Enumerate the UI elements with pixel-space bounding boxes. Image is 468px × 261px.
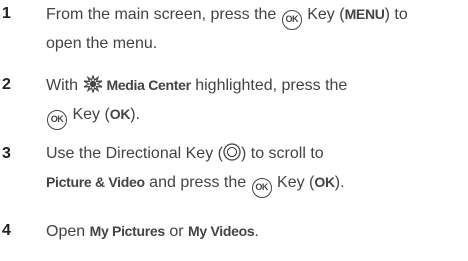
media-center-icon	[82, 74, 104, 94]
step-number: 4	[2, 222, 11, 239]
step-text: With Media Center highlighted, press the…	[46, 71, 466, 130]
ok-key-icon: OK	[281, 10, 302, 30]
ok-key-icon: OK	[251, 178, 272, 198]
step-text: Use the Directional Key ( ) to scroll to…	[46, 140, 466, 198]
step-number: 1	[2, 5, 11, 22]
my-videos-label: My Videos	[188, 223, 255, 239]
step-text: From the main screen, press the OK Key (…	[46, 6, 408, 52]
key-label-ok: OK	[109, 106, 131, 122]
directional-key-icon	[223, 143, 241, 161]
key-label-menu: MENU	[344, 6, 385, 22]
picture-video-label: Picture & Video	[46, 174, 145, 190]
step-number: 2	[2, 76, 11, 93]
media-center-label: Media Center	[106, 77, 191, 93]
my-pictures-label: My Pictures	[89, 223, 166, 239]
step-number: 3	[2, 145, 11, 162]
ok-key-icon: OK	[47, 110, 67, 130]
step-text: Open My Pictures or My Videos.	[46, 223, 259, 240]
key-label-ok: OK	[314, 174, 335, 190]
